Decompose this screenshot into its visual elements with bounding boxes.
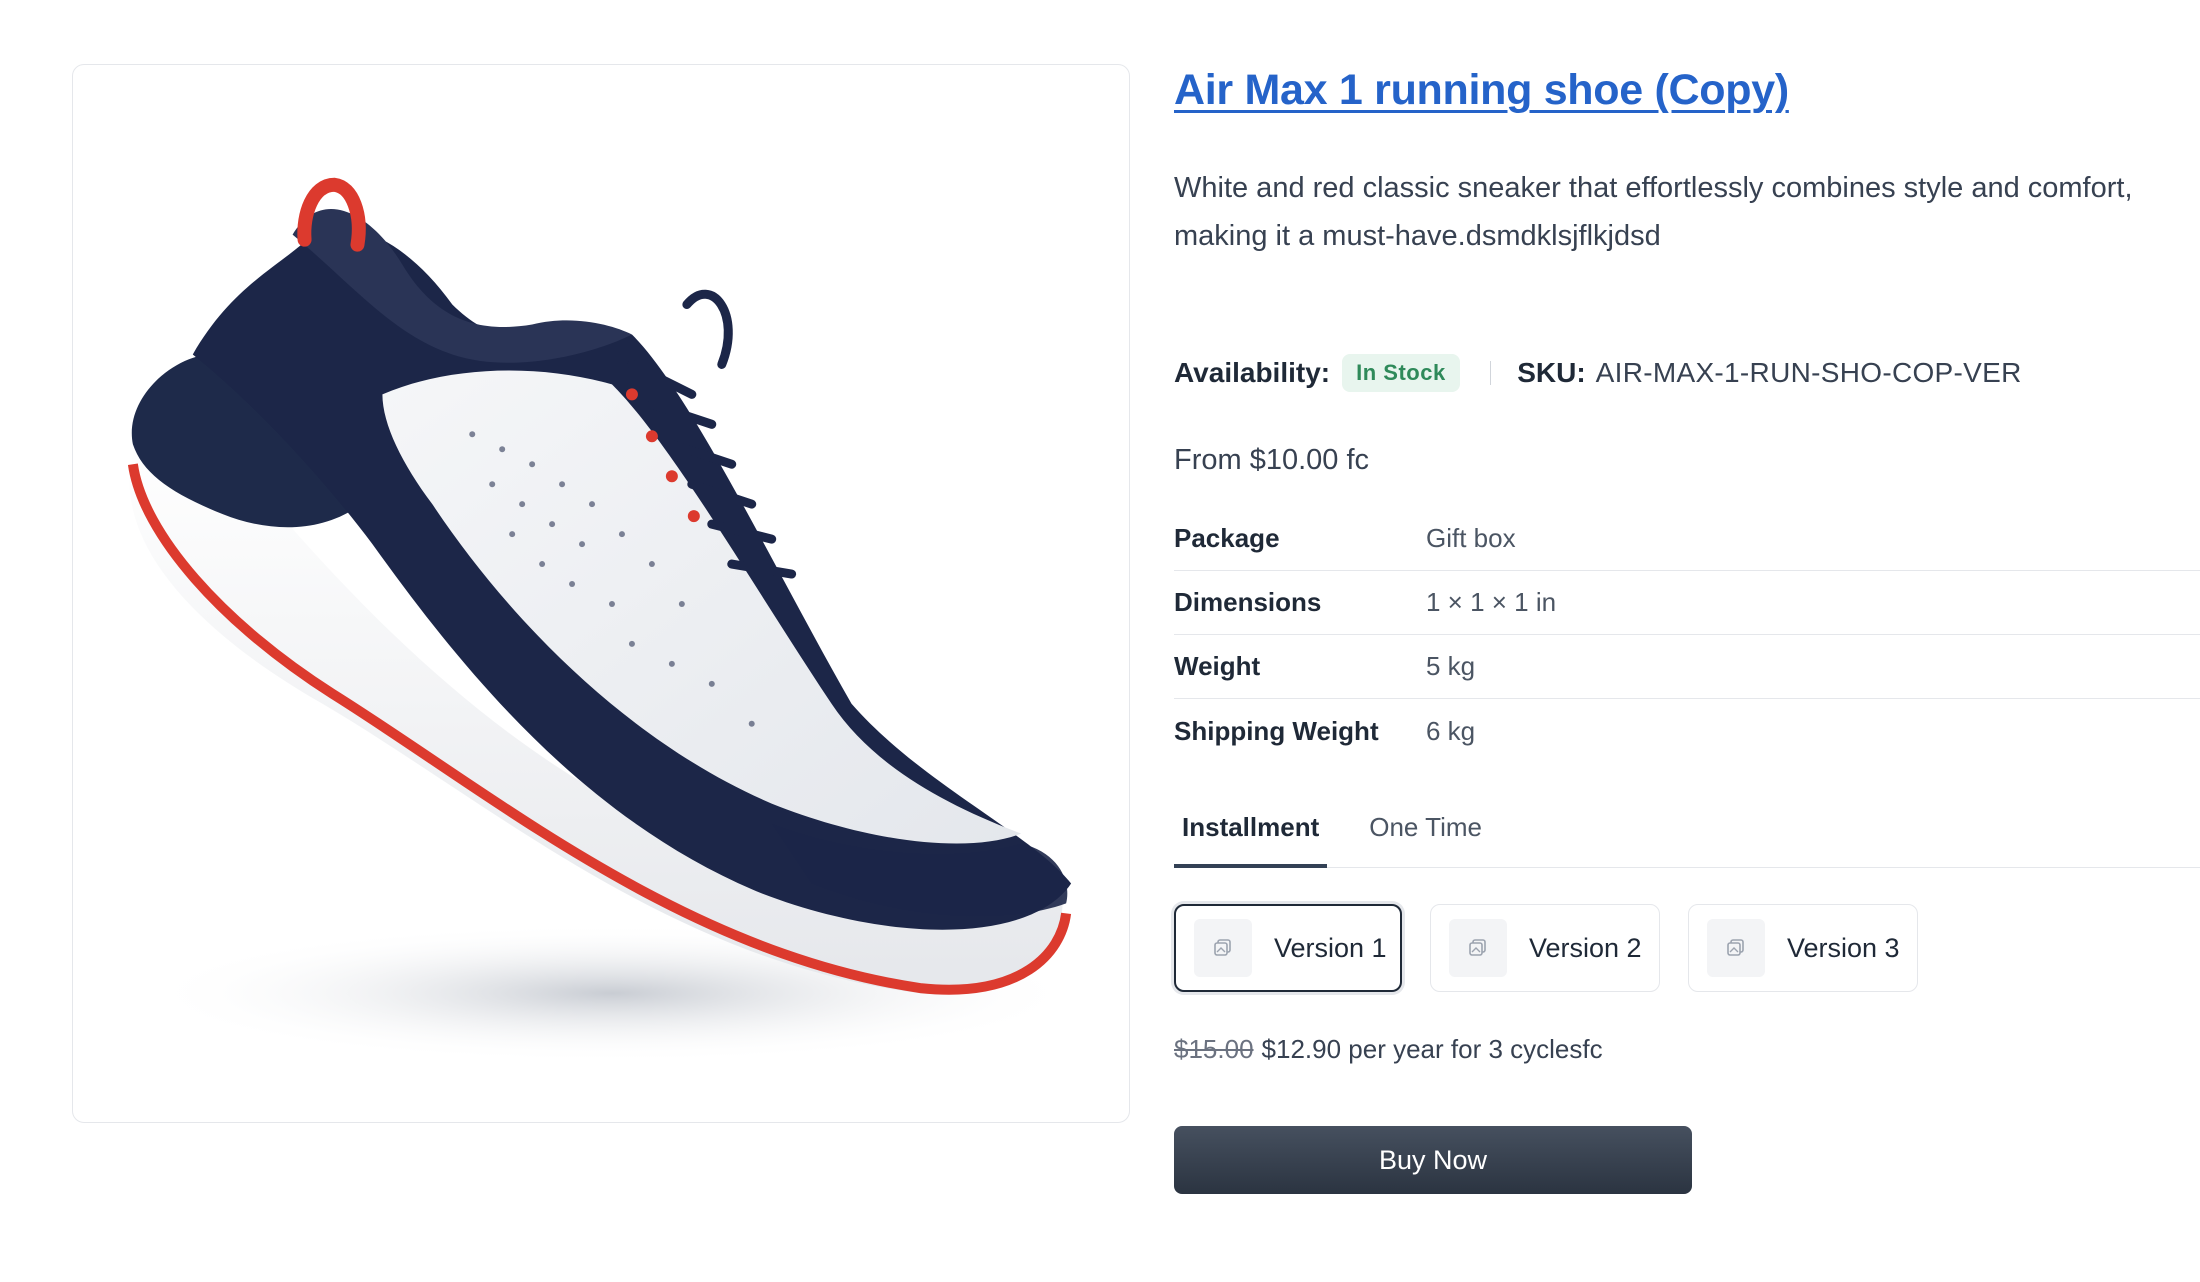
spec-row-dimensions: Dimensions 1 × 1 × 1 in: [1174, 571, 2200, 635]
product-title-link[interactable]: Air Max 1 running shoe (Copy): [1174, 66, 1789, 115]
spec-value: 6 kg: [1426, 715, 1476, 746]
product-page: Air Max 1 running shoe (Copy) White and …: [0, 0, 2200, 1282]
spec-value: Gift box: [1426, 523, 1516, 553]
original-price: $15.00: [1174, 1034, 1254, 1064]
current-price: $12.90 per year for 3 cyclesfc: [1261, 1034, 1603, 1064]
product-image: [127, 177, 1082, 1064]
spec-row-weight: Weight 5 kg: [1174, 635, 2200, 699]
spec-label: Package: [1174, 523, 1280, 553]
sku-label: SKU:: [1517, 357, 1586, 388]
version-option-1[interactable]: Version 1: [1174, 904, 1402, 992]
version-selector: Version 1 Version 2 Version 3: [1174, 904, 1918, 992]
spec-label: Dimensions: [1174, 587, 1322, 617]
stock-status-badge: In Stock: [1342, 354, 1460, 392]
spec-value: 5 kg: [1426, 651, 1476, 681]
meta-divider: [1489, 361, 1492, 385]
spec-label: Weight: [1174, 651, 1261, 681]
installment-pricing: $15.00 $12.90 per year for 3 cyclesfc: [1174, 1034, 1603, 1065]
availability-sku-row: Availability: In Stock SKU: AIR-MAX-1-RU…: [1174, 350, 2022, 396]
availability-label: Availability:: [1174, 357, 1331, 388]
version-label: Version 2: [1529, 932, 1642, 963]
spec-row-package: Package Gift box: [1174, 507, 2200, 571]
product-description: White and red classic sneaker that effor…: [1174, 172, 2133, 252]
version-label: Version 3: [1787, 932, 1900, 963]
spec-row-shipping-weight: Shipping Weight 6 kg: [1174, 699, 2200, 763]
image-placeholder-icon: [1449, 919, 1507, 977]
image-placeholder-icon: [1707, 919, 1765, 977]
spec-value: 1 × 1 × 1 in: [1426, 587, 1557, 617]
tab-one-time[interactable]: One Time: [1361, 800, 1490, 868]
price-from: From $10.00 fc: [1174, 444, 1370, 476]
version-option-3[interactable]: Version 3: [1688, 904, 1918, 992]
version-label: Version 1: [1274, 932, 1387, 963]
version-option-2[interactable]: Version 2: [1430, 904, 1660, 992]
image-placeholder-icon: [1194, 919, 1252, 977]
product-info: Air Max 1 running shoe (Copy) White and …: [1174, 0, 2200, 1282]
spec-label: Shipping Weight: [1174, 715, 1379, 746]
purchase-type-tabs: Installment One Time: [1174, 800, 2200, 868]
buy-now-button[interactable]: Buy Now: [1174, 1126, 1692, 1194]
sku-value: AIR-MAX-1-RUN-SHO-COP-VER: [1595, 357, 2022, 388]
tab-installment[interactable]: Installment: [1174, 800, 1328, 868]
product-image-card[interactable]: [72, 64, 1130, 1123]
specs-table: Package Gift box Dimensions 1 × 1 × 1 in…: [1174, 507, 2200, 763]
